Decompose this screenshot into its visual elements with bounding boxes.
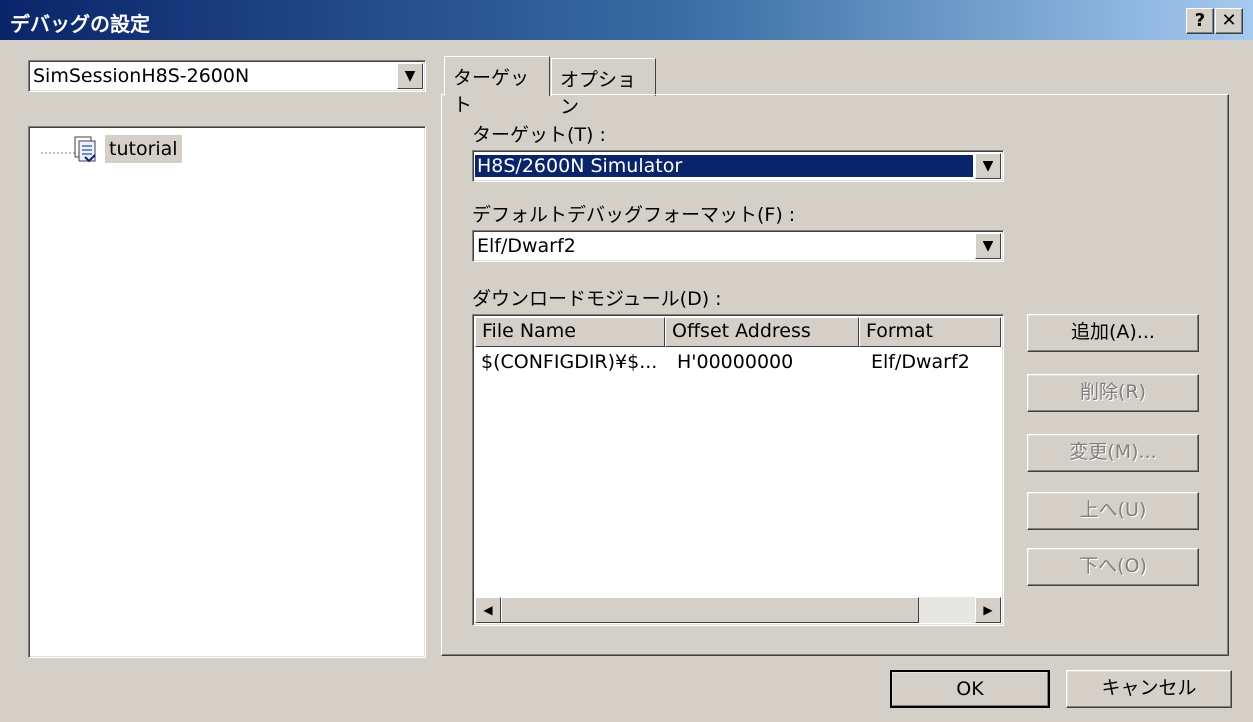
target-select-value: H8S/2600N Simulator bbox=[475, 155, 973, 177]
debug-settings-dialog: デバッグの設定 ? ✕ SimSessionH8S-2600N ▼ tutori… bbox=[0, 0, 1253, 722]
horizontal-scrollbar[interactable]: ◀ ▶ bbox=[475, 597, 1001, 623]
session-select[interactable]: SimSessionH8S-2600N ▼ bbox=[28, 60, 426, 92]
move-up-button[interactable]: 上へ(U) bbox=[1027, 492, 1199, 530]
tab-options[interactable]: オプション bbox=[551, 58, 656, 118]
help-button[interactable]: ? bbox=[1186, 8, 1214, 34]
title-bar: デバッグの設定 ? ✕ bbox=[0, 0, 1253, 40]
target-label: ターゲット(T) : bbox=[472, 124, 606, 146]
cell-file-name: $(CONFIGDIR)¥$... bbox=[481, 351, 658, 373]
add-button[interactable]: 追加(A)... bbox=[1027, 314, 1199, 352]
scroll-thumb[interactable] bbox=[501, 597, 919, 623]
cancel-button[interactable]: キャンセル bbox=[1066, 670, 1232, 708]
session-select-value: SimSessionH8S-2600N bbox=[33, 65, 250, 87]
scroll-left-icon[interactable]: ◀ bbox=[475, 597, 501, 623]
chevron-down-icon[interactable]: ▼ bbox=[397, 63, 423, 89]
format-label: デフォルトデバッグフォーマット(F) : bbox=[472, 204, 796, 226]
cell-offset-address: H'00000000 bbox=[677, 351, 794, 373]
tree-item-tutorial[interactable]: tutorial bbox=[105, 135, 182, 163]
close-button[interactable]: ✕ bbox=[1215, 8, 1243, 34]
modules-label: ダウンロードモジュール(D) : bbox=[472, 288, 722, 310]
ok-button[interactable]: OK bbox=[890, 670, 1050, 708]
close-icon: ✕ bbox=[1221, 10, 1237, 31]
cell-format: Elf/Dwarf2 bbox=[871, 351, 970, 373]
column-file-name[interactable]: File Name bbox=[475, 317, 665, 347]
tree-item-label: tutorial bbox=[109, 138, 178, 160]
column-format[interactable]: Format bbox=[859, 317, 1001, 347]
modules-list[interactable]: File Name Offset Address Format $(CONFIG… bbox=[472, 314, 1004, 626]
move-down-button[interactable]: 下へ(O) bbox=[1027, 548, 1199, 586]
session-tree[interactable]: tutorial bbox=[28, 126, 426, 658]
chevron-down-icon[interactable]: ▼ bbox=[975, 153, 1001, 179]
remove-button[interactable]: 削除(R) bbox=[1027, 374, 1199, 412]
format-select[interactable]: Elf/Dwarf2 ▼ bbox=[472, 230, 1004, 262]
project-icon bbox=[71, 135, 101, 163]
chevron-down-icon[interactable]: ▼ bbox=[975, 233, 1001, 259]
column-offset-address[interactable]: Offset Address bbox=[665, 317, 859, 347]
format-select-value: Elf/Dwarf2 bbox=[477, 235, 576, 257]
modify-button[interactable]: 変更(M)... bbox=[1027, 434, 1199, 472]
window-title: デバッグの設定 bbox=[10, 12, 150, 36]
tab-target[interactable]: ターゲット bbox=[444, 56, 550, 116]
target-select[interactable]: H8S/2600N Simulator ▼ bbox=[472, 150, 1004, 182]
scroll-right-icon[interactable]: ▶ bbox=[975, 597, 1001, 623]
